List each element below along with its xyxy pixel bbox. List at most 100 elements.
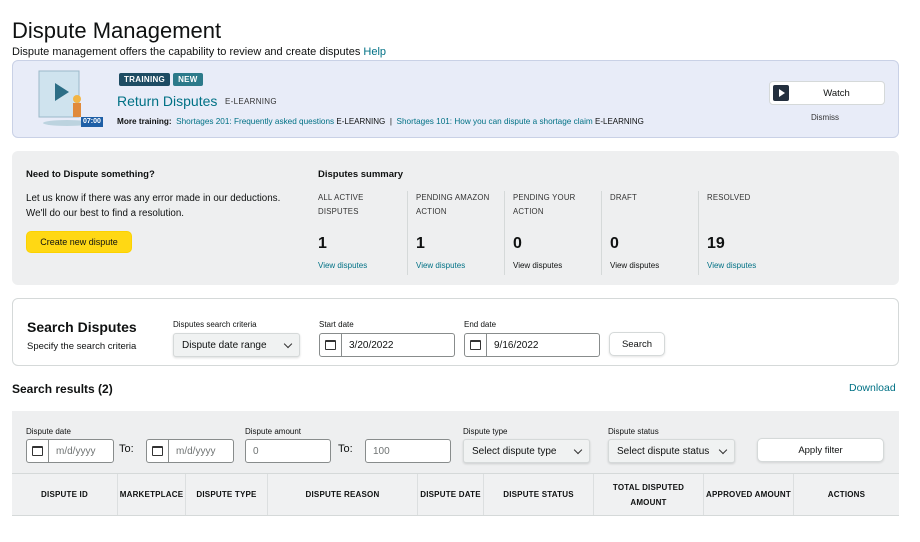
page-subtitle: Dispute management offers the capability… [12,46,386,58]
search-disputes-title: Search Disputes [27,319,137,335]
more-training-link-2[interactable]: Shortages 101: How you can dispute a sho… [397,117,593,126]
summary-pending-you: PENDING YOUR ACTION 0 View disputes [504,191,601,275]
summary-label: DRAFT [610,193,637,202]
summary-count: 1 [318,235,327,252]
summary-draft: DRAFT 0 View disputes [601,191,698,275]
dispute-date-to-input[interactable]: m/d/yyyy [146,439,234,463]
more-training-type-1: E-LEARNING [336,117,386,126]
search-results-title: Search results (2) [12,382,113,396]
amount-from-input[interactable]: 0 [245,439,331,463]
end-date-label: End date [464,320,497,329]
search-button[interactable]: Search [609,332,665,356]
dispute-date-label: Dispute date [26,427,71,436]
dispute-status-value: Select dispute status [617,445,710,457]
search-disputes-subtitle: Specify the search criteria [27,341,137,352]
summary-label: RESOLVED [707,193,751,202]
start-date-input[interactable]: 3/20/2022 [319,333,455,357]
training-thumbnail[interactable]: 07:00 [37,65,105,129]
column-header-marketplace[interactable]: MARKETPLACE [118,474,186,515]
more-training-type-2: E-LEARNING [595,117,644,126]
dispute-type-select[interactable]: Select dispute type [463,439,590,463]
calendar-icon[interactable] [147,440,169,462]
summary-count: 1 [416,235,425,252]
column-header-approved-amount[interactable]: APPROVED AMOUNT [704,474,794,515]
view-disputes-link[interactable]: View disputes [318,261,367,270]
summary-count: 19 [707,235,725,252]
chevron-down-icon [573,445,583,454]
column-header-dispute-id[interactable]: DISPUTE ID [12,474,118,515]
summary-label: PENDING YOUR ACTION [513,193,576,216]
download-link[interactable]: Download [849,382,896,394]
need-dispute-title: Need to Dispute something? [26,169,155,180]
training-badges: TRAINING NEW [119,73,203,86]
more-training-separator: | [389,117,392,126]
training-duration: 07:00 [83,118,101,125]
view-disputes-link[interactable]: View disputes [707,261,756,270]
dispute-status-label: Dispute status [608,427,659,436]
calendar-icon[interactable] [320,334,342,356]
dismiss-button[interactable]: Dismiss [811,113,839,122]
column-header-actions: ACTIONS [827,490,866,499]
play-icon [773,85,789,101]
results-table-header: DISPUTE ID MARKETPLACE DISPUTE TYPE DISP… [12,473,899,516]
end-date-value: 9/16/2022 [494,339,539,351]
calendar-icon[interactable] [27,440,49,462]
apply-filter-button[interactable]: Apply filter [757,438,884,462]
date-from-placeholder: m/d/yyyy [56,445,96,457]
column-header-dispute-type[interactable]: DISPUTE TYPE [186,474,268,515]
dispute-date-from-input[interactable]: m/d/yyyy [26,439,114,463]
view-disputes-text: View disputes [513,261,563,270]
column-header-total-disputed-amount[interactable]: TOTAL DISPUTED AMOUNT [594,474,704,515]
page-title: Dispute Management [12,18,222,43]
help-link[interactable]: Help [363,46,386,58]
training-title-link[interactable]: Return Disputes [117,93,217,109]
chevron-down-icon [718,445,728,454]
training-banner: 07:00 TRAINING NEW Return Disputes E-LEA… [12,60,899,138]
end-date-input[interactable]: 9/16/2022 [464,333,600,357]
summary-resolved: RESOLVED 19 View disputes [698,191,795,275]
to-label: To: [338,443,353,455]
more-training-label: More training: [117,117,172,126]
dispute-status-select[interactable]: Select dispute status [608,439,735,463]
dispute-amount-label: Dispute amount [245,427,302,436]
calendar-icon[interactable] [465,334,487,356]
chevron-down-icon [283,339,293,348]
summary-count: 0 [610,235,619,252]
date-to-placeholder: m/d/yyyy [176,445,216,457]
watch-label: Watch [823,87,850,99]
criteria-value: Dispute date range [182,339,267,351]
summary-pending-amazon: PENDING AMAZON ACTION 1 View disputes [407,191,504,275]
disputes-summary-title: Disputes summary [318,169,404,180]
disputes-summary-panel: Need to Dispute something? Let us know i… [12,151,899,285]
amount-from-value: 0 [253,445,259,457]
training-badge: TRAINING [119,73,171,86]
amount-to-value: 100 [373,445,390,457]
summary-label: ALL ACTIVE DISPUTES [318,193,364,216]
summary-count: 0 [513,235,522,252]
amount-to-input[interactable]: 100 [365,439,451,463]
page-subtitle-text: Dispute management offers the capability… [12,46,361,58]
training-type: E-LEARNING [225,97,277,106]
column-header-dispute-status[interactable]: DISPUTE STATUS [484,474,594,515]
new-badge: NEW [173,73,203,86]
start-date-value: 3/20/2022 [349,339,394,351]
view-disputes-text: View disputes [610,261,660,270]
view-disputes-link[interactable]: View disputes [416,261,465,270]
more-training-link-1[interactable]: Shortages 201: Frequently asked question… [176,117,334,126]
column-header-dispute-reason[interactable]: DISPUTE REASON [268,474,418,515]
more-training: More training: Shortages 201: Frequently… [117,117,644,126]
column-header-dispute-date[interactable]: DISPUTE DATE [418,474,484,515]
criteria-label: Disputes search criteria [173,320,257,329]
summary-label: PENDING AMAZON ACTION [416,193,490,216]
search-criteria-select[interactable]: Dispute date range [173,333,300,357]
create-new-dispute-button[interactable]: Create new dispute [26,231,132,253]
filter-panel: Dispute date m/d/yyyy To: m/d/yyyy Dispu… [12,411,899,473]
dispute-type-value: Select dispute type [472,445,557,457]
to-label: To: [119,443,134,455]
need-dispute-text: Let us know if there was any error made … [26,193,281,219]
watch-button[interactable]: Watch [769,81,885,105]
search-disputes-panel: Search Disputes Specify the search crite… [12,298,899,366]
start-date-label: Start date [319,320,354,329]
dispute-type-label: Dispute type [463,427,508,436]
summary-all-active: ALL ACTIVE DISPUTES 1 View disputes [318,191,408,275]
